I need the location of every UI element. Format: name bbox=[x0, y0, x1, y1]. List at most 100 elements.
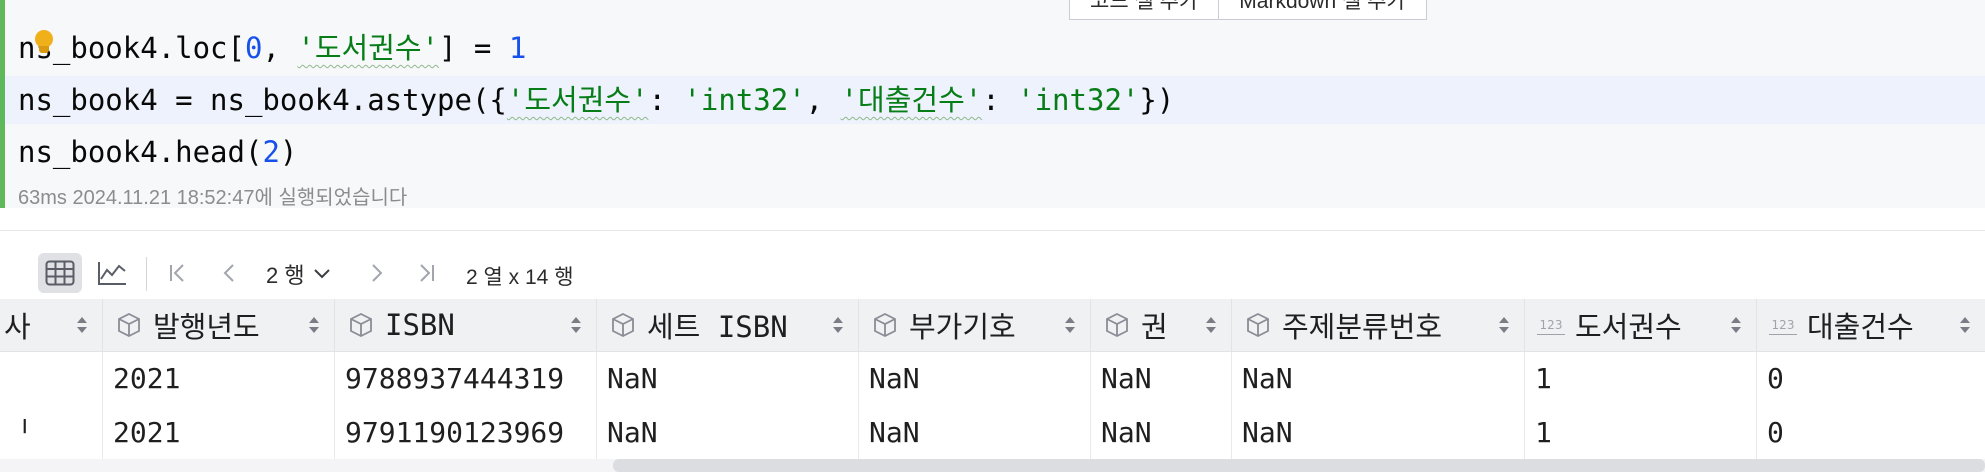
lightbulb-icon[interactable] bbox=[33, 30, 55, 54]
sort-icon[interactable] bbox=[1205, 314, 1217, 336]
table-cell[interactable] bbox=[0, 352, 103, 406]
code-string: 'int32' bbox=[683, 83, 806, 117]
column-header-label: 발행년도 bbox=[153, 310, 260, 344]
table-icon bbox=[45, 260, 75, 286]
sort-icon[interactable] bbox=[1730, 314, 1742, 336]
sort-icon[interactable] bbox=[1064, 314, 1076, 336]
code-token: ] = bbox=[439, 31, 509, 65]
table-cell[interactable]: NaN bbox=[1232, 352, 1525, 406]
column-header[interactable]: ISBN bbox=[335, 299, 597, 351]
code-string: '대출건수' bbox=[840, 83, 983, 117]
next-page-button[interactable] bbox=[362, 257, 390, 289]
chevron-left-icon bbox=[223, 264, 234, 282]
first-page-button[interactable] bbox=[164, 257, 192, 289]
output-toolbar: 2 행 2 열 x 14 행 bbox=[0, 243, 1985, 299]
table-cell[interactable]: NaN bbox=[1232, 406, 1525, 460]
code-token: , bbox=[805, 83, 841, 117]
page-size-value: 2 행 bbox=[266, 263, 305, 288]
code-token: , bbox=[262, 31, 298, 65]
code-token: : bbox=[982, 83, 1018, 117]
code-string: '도서권수' bbox=[506, 83, 649, 117]
chevron-down-icon bbox=[313, 269, 330, 279]
chevron-right-icon bbox=[372, 264, 383, 282]
table-cell[interactable]: 9788937444319 bbox=[335, 352, 597, 406]
table-cell[interactable]: NaN bbox=[1091, 352, 1232, 406]
column-header[interactable]: 123 도서권수 bbox=[1525, 299, 1757, 351]
toolbar-divider bbox=[146, 257, 147, 291]
chart-icon bbox=[98, 262, 126, 285]
code-number: 0 bbox=[244, 31, 263, 65]
page-size-select[interactable]: 2 행 bbox=[266, 259, 331, 289]
column-header[interactable]: 발행년도 bbox=[103, 299, 335, 351]
table-cell[interactable]: NaN bbox=[859, 352, 1091, 406]
column-header[interactable]: 주제분류번호 bbox=[1232, 299, 1525, 351]
column-header-label: 부가기호 bbox=[909, 310, 1016, 344]
table-cell[interactable]: 0 bbox=[1757, 406, 1985, 460]
table-cell[interactable]: 9791190123969 bbox=[335, 406, 597, 460]
code-line-2[interactable]: ns_book4 = ns_book4.astype({'도서권수': 'int… bbox=[5, 76, 1985, 124]
code-number: 1 bbox=[508, 31, 527, 65]
cube-icon bbox=[347, 311, 375, 339]
code-token: ns_book4 = ns_book4.astype({ bbox=[18, 83, 507, 117]
cube-icon bbox=[1244, 311, 1272, 339]
chart-view-button[interactable] bbox=[90, 253, 134, 293]
column-header[interactable]: 권 bbox=[1091, 299, 1232, 351]
sort-icon[interactable] bbox=[832, 314, 844, 336]
add-cell-toolbar: 코드 셀 추가 Markdown 셀 추가 bbox=[1069, 0, 1427, 20]
table-cell[interactable]: ᅵ bbox=[0, 406, 103, 460]
column-header-label: 도서권수 bbox=[1575, 310, 1682, 344]
table-shape-label: 2 열 x 14 행 bbox=[466, 266, 574, 289]
code-string: 'int32' bbox=[1017, 83, 1140, 117]
sort-icon[interactable] bbox=[1959, 314, 1971, 336]
table-row[interactable]: 2021 9788937444319 NaN NaN NaN NaN 1 0 bbox=[0, 352, 1985, 406]
column-header-label: 주제분류번호 bbox=[1282, 310, 1443, 344]
previous-page-button[interactable] bbox=[216, 257, 244, 289]
cell-output: 2 행 2 열 x 14 행 사 발행년도 ISBN 세트 ISBN 부가기호 … bbox=[0, 230, 1985, 472]
sort-icon[interactable] bbox=[570, 314, 582, 336]
table-cell[interactable]: 2021 bbox=[103, 352, 335, 406]
column-header-label: 권 bbox=[1141, 310, 1168, 344]
horizontal-scrollbar-thumb[interactable] bbox=[613, 459, 1985, 472]
table-cell[interactable]: NaN bbox=[597, 406, 859, 460]
table-cell[interactable]: 0 bbox=[1757, 352, 1985, 406]
table-row[interactable]: ᅵ 2021 9791190123969 NaN NaN NaN NaN 1 0 bbox=[0, 406, 1985, 460]
code-token: }) bbox=[1139, 83, 1175, 117]
table-cell[interactable]: NaN bbox=[597, 352, 859, 406]
table-view-button[interactable] bbox=[38, 253, 82, 293]
column-header-label: 세트 ISBN bbox=[647, 310, 788, 344]
code-token: ) bbox=[279, 135, 298, 169]
cube-icon bbox=[871, 311, 899, 339]
sort-icon[interactable] bbox=[308, 314, 320, 336]
column-header-label: ISBN bbox=[385, 308, 455, 342]
code-token: : bbox=[648, 83, 684, 117]
table-cell[interactable]: NaN bbox=[1091, 406, 1232, 460]
cube-icon bbox=[1103, 311, 1131, 339]
column-header[interactable]: 사 bbox=[0, 299, 103, 351]
table-cell[interactable]: 1 bbox=[1525, 352, 1757, 406]
first-page-icon bbox=[170, 264, 184, 282]
table-cell[interactable]: 2021 bbox=[103, 406, 335, 460]
code-line-1[interactable]: ns_book4.loc[0, '도서권수'] = 1 bbox=[18, 24, 526, 72]
cube-icon bbox=[609, 311, 637, 339]
column-header[interactable]: 123 대출건수 bbox=[1757, 299, 1985, 351]
column-header[interactable]: 부가기호 bbox=[859, 299, 1091, 351]
last-page-icon bbox=[420, 264, 434, 282]
table-cell[interactable]: NaN bbox=[859, 406, 1091, 460]
sort-icon[interactable] bbox=[1498, 314, 1510, 336]
execution-info: 63ms 2024.11.21 18:52:47에 실행되었습니다 bbox=[18, 187, 408, 209]
column-header[interactable]: 세트 ISBN bbox=[597, 299, 859, 351]
numeric-type-icon: 123 bbox=[1537, 316, 1565, 335]
cube-icon bbox=[115, 311, 143, 339]
sort-icon[interactable] bbox=[76, 314, 88, 336]
code-string: '도서권수' bbox=[297, 31, 440, 65]
last-page-button[interactable] bbox=[412, 257, 440, 289]
column-header-label: 대출건수 bbox=[1807, 310, 1914, 344]
code-cell[interactable]: ns_book4.loc[0, '도서권수'] = 1 ns_book4 = n… bbox=[0, 0, 1985, 209]
code-line-3[interactable]: ns_book4.head(2) bbox=[18, 128, 297, 176]
table-cell[interactable]: 1 bbox=[1525, 406, 1757, 460]
table-header-row: 사 발행년도 ISBN 세트 ISBN 부가기호 권 주제분류번호 123 도서… bbox=[0, 299, 1985, 352]
code-token: ns_book4.head( bbox=[18, 135, 263, 169]
add-markdown-cell-button[interactable]: Markdown 셀 추가 bbox=[1218, 0, 1426, 19]
column-header-label: 사 bbox=[4, 310, 31, 344]
add-code-cell-button[interactable]: 코드 셀 추가 bbox=[1070, 0, 1218, 19]
